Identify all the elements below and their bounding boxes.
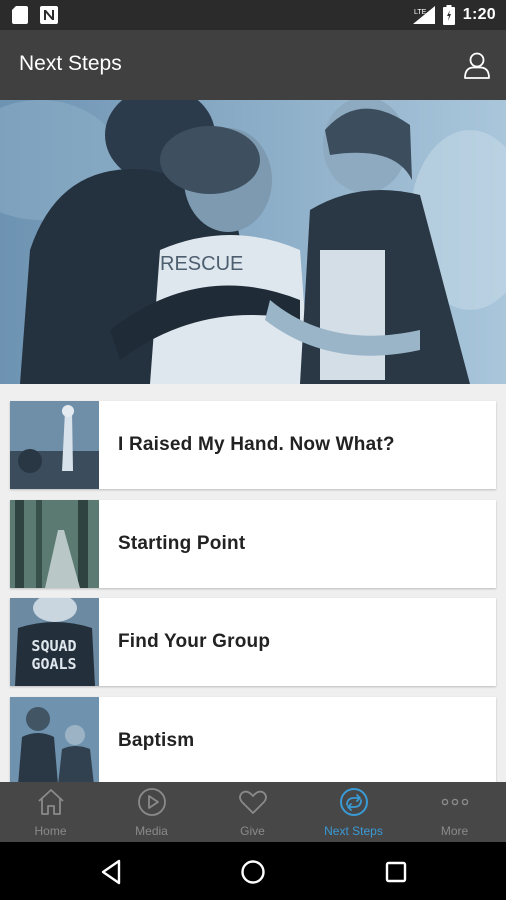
tab-give[interactable]: Give: [202, 782, 303, 842]
list-item[interactable]: I Raised My Hand. Now What?: [10, 401, 496, 489]
battery-icon: [442, 5, 455, 25]
tab-label: Give: [240, 824, 265, 838]
next-steps-list: I Raised My Hand. Now What? Starting Poi…: [0, 384, 506, 782]
hero-shirt-text: RESCUE: [160, 253, 243, 275]
baptism-thumbnail: [10, 697, 99, 782]
sd-card-icon: [12, 6, 28, 24]
n-notification-icon: [40, 6, 58, 24]
status-right-icons: LTE 1:20: [412, 5, 496, 25]
tab-label: Next Steps: [324, 824, 383, 838]
tab-label: More: [440, 824, 469, 838]
list-item-label: Baptism: [118, 730, 195, 751]
home-circle-icon[interactable]: [238, 857, 268, 887]
tab-media[interactable]: Media: [101, 782, 202, 842]
list-item-label: Find Your Group: [118, 631, 271, 652]
list-item[interactable]: Starting Point: [10, 500, 496, 588]
tab-more[interactable]: More: [404, 782, 505, 842]
tab-label: Media: [135, 824, 168, 838]
status-left-icons: [12, 6, 58, 24]
back-icon[interactable]: [97, 857, 127, 887]
next-steps-circle-icon: [340, 788, 368, 816]
app-bar: Next Steps: [0, 30, 506, 100]
thumb-text-squad: SQUAD: [31, 637, 76, 655]
system-nav-bar: [0, 842, 506, 900]
heart-icon: [239, 790, 267, 814]
tab-home[interactable]: Home: [0, 782, 101, 842]
status-bar: LTE 1:20: [0, 0, 506, 30]
network-label: LTE: [414, 9, 427, 16]
signal-icon: LTE: [412, 6, 435, 24]
recents-icon[interactable]: [381, 857, 411, 887]
person-outline-icon[interactable]: [462, 50, 492, 80]
status-time: 1:20: [462, 6, 496, 23]
hero-image: RESCUE: [0, 100, 506, 384]
more-dots-icon: [441, 798, 469, 806]
bottom-tab-bar: Home Media Give Next Steps More: [0, 782, 506, 842]
list-item[interactable]: SQUAD GOALS Find Your Group: [10, 598, 496, 686]
squad-goals-thumbnail: SQUAD GOALS: [10, 598, 99, 686]
play-circle-icon: [138, 788, 166, 816]
tab-next-steps[interactable]: Next Steps: [303, 782, 404, 842]
thumb-text-goals: GOALS: [31, 655, 76, 673]
home-icon: [38, 789, 64, 815]
tab-label: Home: [34, 824, 67, 838]
hero-photo: RESCUE: [0, 100, 506, 384]
list-item-label: I Raised My Hand. Now What?: [118, 434, 395, 455]
page-title: Next Steps: [19, 52, 122, 75]
list-item-label: Starting Point: [118, 533, 246, 554]
list-item[interactable]: Baptism: [10, 697, 496, 782]
raised-hand-thumbnail: [10, 401, 99, 489]
forest-road-thumbnail: [10, 500, 99, 588]
